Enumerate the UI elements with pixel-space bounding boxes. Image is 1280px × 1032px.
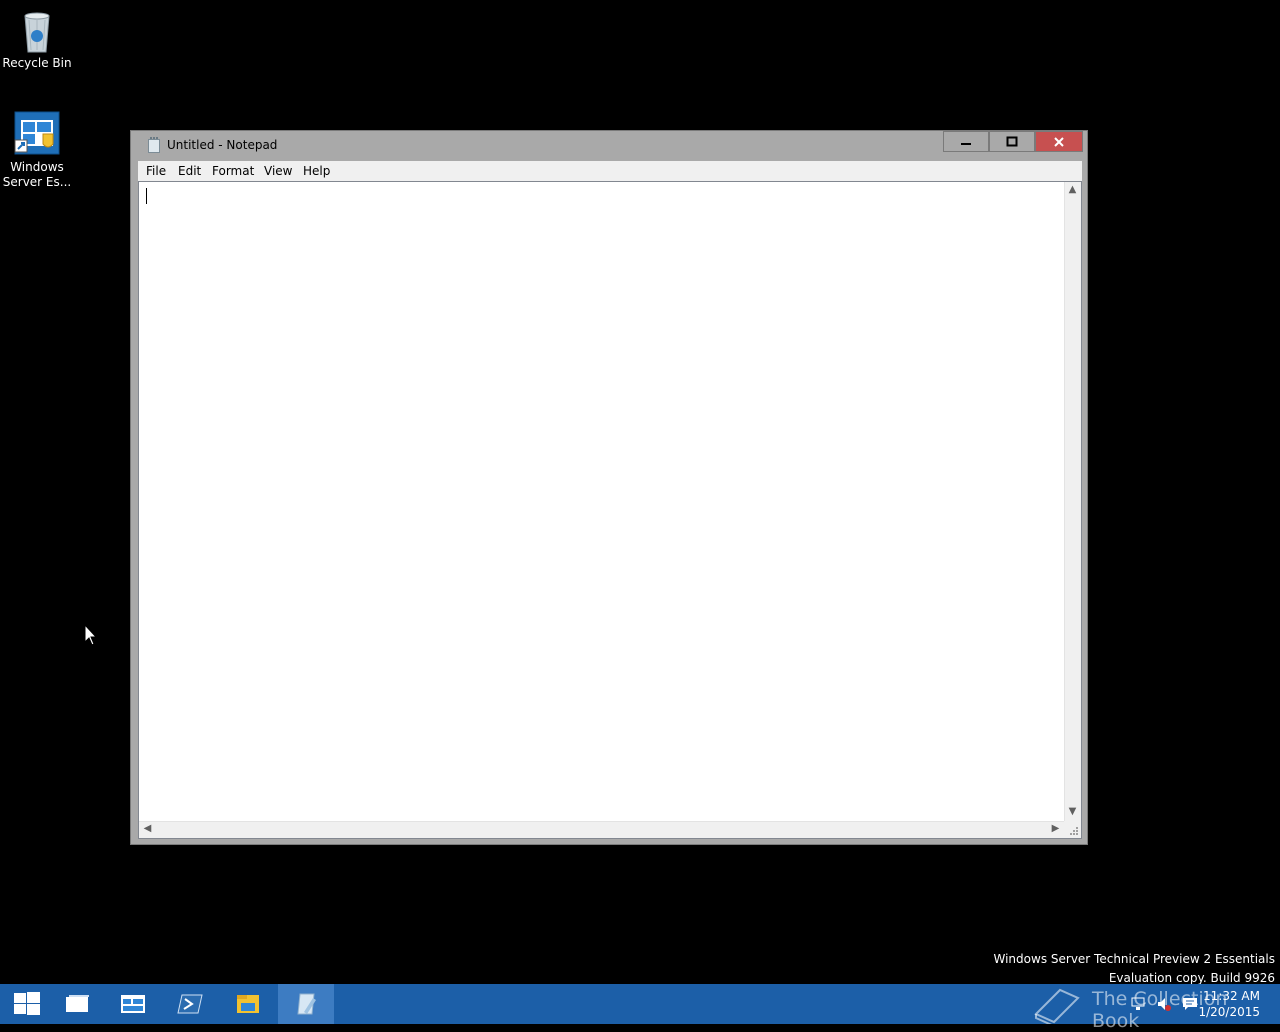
scroll-right-icon[interactable]: ▶: [1048, 822, 1063, 837]
title-bar[interactable]: Untitled - Notepad: [131, 131, 1087, 161]
menu-help[interactable]: Help: [303, 164, 330, 178]
desktop-icon-label-line2: Server Es...: [2, 175, 72, 189]
task-view-icon: [66, 995, 89, 1012]
desktop-icon-recycle-bin[interactable]: Recycle Bin: [0, 6, 74, 71]
clock-time: 11:32 AM: [1203, 989, 1260, 1003]
minimize-button[interactable]: [943, 131, 989, 152]
menu-view[interactable]: View: [264, 164, 292, 178]
text-caret: [146, 188, 147, 204]
server-manager-button[interactable]: [106, 984, 162, 1024]
horizontal-scrollbar[interactable]: ◀ ▶: [139, 821, 1064, 838]
close-icon: [1054, 137, 1064, 147]
menu-file[interactable]: File: [146, 164, 166, 178]
file-explorer-button[interactable]: [220, 984, 276, 1024]
window-title: Untitled - Notepad: [167, 138, 278, 152]
menu-format[interactable]: Format: [212, 164, 254, 178]
windows-server-essentials-icon: [13, 110, 61, 158]
minimize-icon: [961, 143, 971, 145]
menu-edit[interactable]: Edit: [178, 164, 201, 178]
close-button[interactable]: [1035, 131, 1083, 152]
scroll-down-icon[interactable]: ▼: [1065, 805, 1080, 820]
scroll-left-icon[interactable]: ◀: [140, 822, 155, 837]
action-center-icon[interactable]: [1182, 996, 1198, 1012]
build-watermark: Windows Server Technical Preview 2 Essen…: [994, 950, 1276, 988]
network-icon[interactable]: [1130, 996, 1146, 1012]
system-clock[interactable]: 11:32 AM 1/20/2015: [1198, 988, 1260, 1020]
notepad-app-icon[interactable]: [148, 137, 160, 153]
maximize-button[interactable]: [989, 131, 1035, 152]
notepad-taskbar-button[interactable]: [278, 984, 334, 1024]
powershell-icon: [177, 994, 203, 1014]
start-icon: [14, 992, 40, 1015]
clock-date: 1/20/2015: [1198, 1005, 1260, 1019]
server-manager-icon: [121, 995, 145, 1013]
desktop-icon-windows-server-essentials[interactable]: Windows Server Es...: [0, 110, 74, 190]
resize-grip-icon[interactable]: [1064, 821, 1081, 838]
vertical-scrollbar[interactable]: ▲ ▼: [1064, 182, 1081, 821]
taskbar: The Collection Book 11:32 AM 1/20/2015: [0, 984, 1280, 1032]
notepad-icon: [297, 993, 316, 1015]
notepad-window[interactable]: Untitled - Notepad File Edit Format View…: [130, 130, 1088, 845]
menu-bar: File Edit Format View Help: [138, 161, 1082, 181]
scroll-up-icon[interactable]: ▲: [1065, 183, 1080, 198]
file-explorer-icon: [237, 995, 259, 1013]
book-icon: [1034, 988, 1080, 1024]
text-editor[interactable]: ▲ ▼ ◀ ▶: [138, 181, 1082, 839]
desktop-icon-label-line1: Windows: [10, 160, 64, 174]
volume-icon[interactable]: [1156, 996, 1172, 1012]
task-view-button[interactable]: [50, 984, 106, 1024]
recycle-bin-icon: [13, 6, 61, 54]
mouse-cursor-icon: [84, 623, 98, 649]
maximize-icon: [1006, 136, 1018, 147]
powershell-button[interactable]: [162, 984, 218, 1024]
desktop-icon-label: Recycle Bin: [2, 56, 72, 70]
watermark-line1: Windows Server Technical Preview 2 Essen…: [993, 952, 1276, 966]
start-button[interactable]: [0, 984, 56, 1024]
